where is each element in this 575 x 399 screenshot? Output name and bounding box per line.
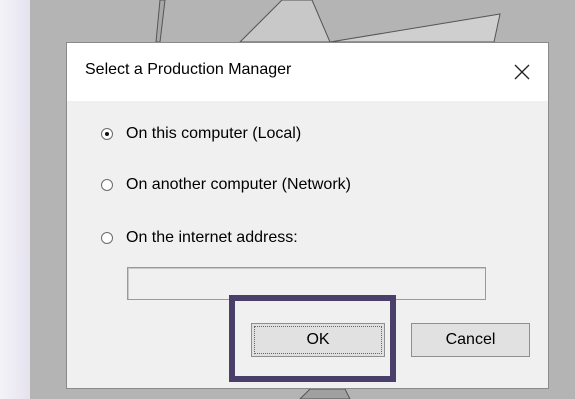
dialog-titlebar: Select a Production Manager [67, 43, 548, 101]
cancel-button[interactable]: Cancel [411, 323, 530, 357]
radio-option-network[interactable]: On another computer (Network) [101, 176, 351, 194]
radio-option-internet[interactable]: On the internet address: [101, 229, 298, 247]
cancel-button-label: Cancel [445, 331, 496, 348]
radio-option-local[interactable]: On this computer (Local) [101, 125, 301, 143]
radio-label-internet: On the internet address: [126, 229, 298, 246]
radio-label-local: On this computer (Local) [126, 125, 302, 142]
radio-network[interactable] [101, 179, 113, 191]
dialog-title: Select a Production Manager [85, 61, 292, 78]
radio-internet[interactable] [101, 232, 113, 244]
close-icon [514, 64, 530, 80]
ok-highlight-box [229, 295, 396, 382]
close-button[interactable] [496, 43, 548, 101]
radio-local[interactable] [101, 128, 113, 140]
radio-label-network: On another computer (Network) [126, 176, 351, 193]
